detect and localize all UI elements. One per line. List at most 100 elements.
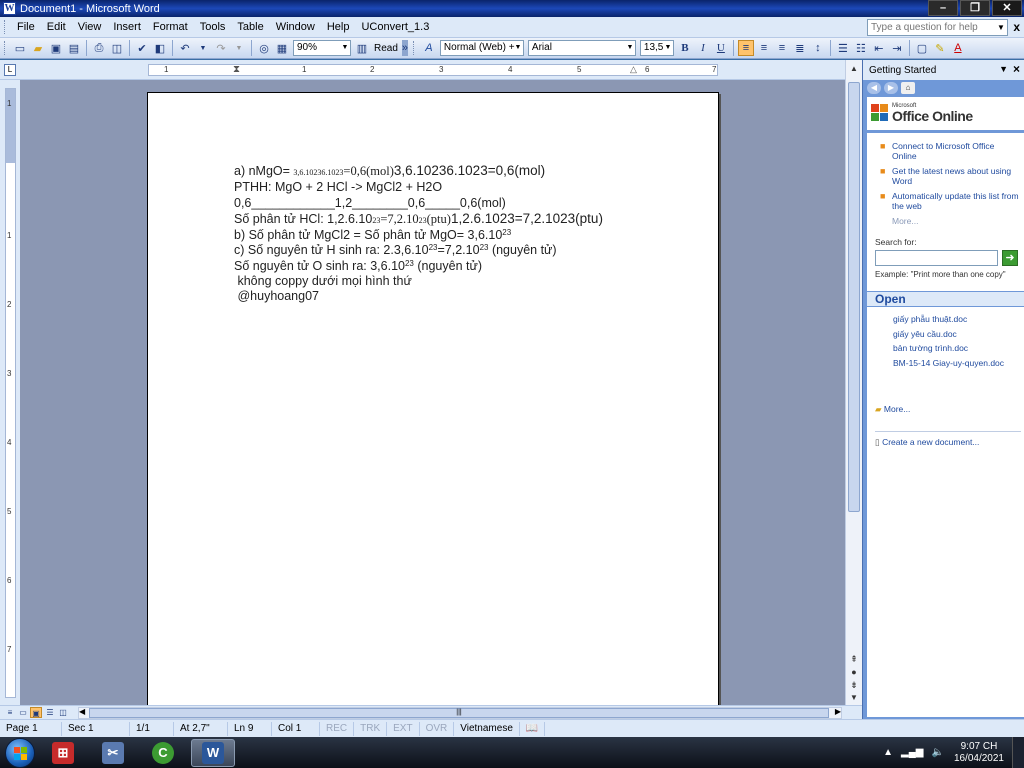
undo-icon[interactable]: ↶: [177, 40, 193, 56]
scroll-thumb[interactable]: |||: [89, 708, 829, 718]
style-select[interactable]: Normal (Web) + ▼: [439, 40, 524, 56]
scroll-down-icon[interactable]: ▼: [848, 693, 860, 702]
align-left-icon[interactable]: ≡: [737, 40, 754, 56]
hyperlink-icon[interactable]: ◎: [256, 40, 272, 56]
redo-dropdown-icon[interactable]: ▼: [231, 40, 247, 56]
search-input[interactable]: [875, 250, 998, 266]
scroll-up-icon[interactable]: ▲: [848, 64, 860, 73]
word-app-icon[interactable]: W: [3, 2, 16, 15]
link-connect-office-online[interactable]: ■ Connect to Microsoft Office Online: [875, 141, 1021, 161]
print-layout-icon[interactable]: ▣: [30, 707, 42, 718]
vertical-scrollbar[interactable]: ▲ ⇞ ● ⇟ ▼: [845, 60, 862, 705]
close-icon[interactable]: ×: [1013, 62, 1020, 76]
menu-table[interactable]: Table: [231, 19, 269, 35]
close-button[interactable]: ✕: [992, 0, 1022, 16]
increase-indent-icon[interactable]: ⇥: [889, 40, 905, 56]
task-pane-title[interactable]: Getting Started: [869, 65, 936, 76]
underline-button[interactable]: U: [713, 40, 729, 56]
table-icon[interactable]: ▦: [274, 40, 290, 56]
highlight-icon[interactable]: ✎: [932, 40, 948, 56]
align-right-icon[interactable]: ≡: [774, 40, 790, 56]
print-icon[interactable]: ⎙: [91, 40, 107, 56]
chevron-down-icon[interactable]: ▼: [999, 64, 1008, 74]
bullets-icon[interactable]: ☷: [853, 40, 869, 56]
redo-icon[interactable]: ↷: [213, 40, 229, 56]
forward-icon[interactable]: ▶: [884, 82, 898, 94]
chevron-down-icon[interactable]: ▼: [513, 41, 523, 55]
print-preview-icon[interactable]: ◫: [109, 40, 125, 56]
scroll-right-icon[interactable]: ▶: [835, 707, 841, 716]
save-icon[interactable]: ▣: [48, 40, 64, 56]
restore-button[interactable]: ❐: [960, 0, 990, 16]
font-color-icon[interactable]: A: [950, 40, 966, 56]
right-indent-marker[interactable]: △: [630, 64, 637, 75]
menu-window[interactable]: Window: [270, 19, 321, 35]
back-icon[interactable]: ◀: [867, 82, 881, 94]
more-files-link[interactable]: ▰ More...: [875, 404, 910, 415]
link-auto-update[interactable]: ■ Automatically update this list from the…: [875, 191, 1021, 211]
menu-insert[interactable]: Insert: [107, 19, 147, 35]
taskbar-app-coccoc[interactable]: C: [141, 739, 185, 767]
more-link[interactable]: More...: [875, 216, 1021, 226]
indent-marker[interactable]: ⧗: [233, 64, 240, 75]
horizontal-scrollbar[interactable]: ◀ ||| ▶: [78, 707, 842, 719]
status-language[interactable]: Vietnamese: [454, 721, 520, 736]
recent-file[interactable]: bản tường trình.doc: [893, 341, 1023, 356]
minimize-button[interactable]: –: [928, 0, 958, 16]
status-ovr[interactable]: OVR: [420, 721, 455, 736]
document-body[interactable]: a) nMgO= 3,6.10236.1023=0,6(mol)3,6.1023…: [234, 163, 603, 305]
menu-uconvert[interactable]: UConvert_1.3: [355, 19, 435, 35]
create-new-document-link[interactable]: ▯ Create a new document...: [875, 431, 1021, 448]
status-rec[interactable]: REC: [320, 721, 355, 736]
menu-file[interactable]: File: [11, 19, 41, 35]
chevron-down-icon[interactable]: ▼: [663, 41, 673, 55]
read-button[interactable]: Read: [371, 43, 401, 54]
font-select[interactable]: Arial ▼: [527, 40, 636, 56]
horizontal-ruler[interactable]: 1 ⧗ 1 2 3 4 5 △ 6 7: [148, 64, 718, 76]
status-ext[interactable]: EXT: [387, 721, 420, 736]
spelling-status-icon[interactable]: 📖: [520, 721, 546, 736]
help-search-input[interactable]: Type a question for help ▼: [867, 19, 1008, 36]
next-page-icon[interactable]: ⇟: [848, 680, 860, 691]
tab-selector[interactable]: L: [4, 64, 16, 76]
toolbar-options-icon[interactable]: »: [402, 40, 408, 56]
taskbar-app-paint[interactable]: ✂: [91, 739, 135, 767]
toolbar-grip[interactable]: [4, 41, 7, 55]
recent-file[interactable]: BM-15-14 Giay-uy-quyen.doc: [893, 356, 1023, 371]
search-go-button[interactable]: ➜: [1002, 250, 1018, 266]
align-center-icon[interactable]: ≡: [756, 40, 772, 56]
web-layout-icon[interactable]: ▭: [17, 707, 29, 718]
justify-icon[interactable]: ≣: [792, 40, 808, 56]
recent-file[interactable]: giấy yêu cầu.doc: [893, 327, 1023, 342]
scroll-left-icon[interactable]: ◀: [79, 707, 85, 716]
menu-edit[interactable]: Edit: [41, 19, 72, 35]
document-close-button[interactable]: x: [1013, 20, 1020, 34]
signal-icon[interactable]: ▂▄▆: [901, 747, 923, 758]
show-desktop-button[interactable]: [1012, 737, 1024, 768]
italic-button[interactable]: I: [695, 40, 711, 56]
chevron-down-icon[interactable]: ▼: [995, 20, 1007, 35]
reading-layout-icon[interactable]: ◫: [57, 707, 69, 718]
font-size-select[interactable]: 13,5 ▼: [639, 40, 674, 56]
undo-dropdown-icon[interactable]: ▼: [195, 40, 211, 56]
taskbar-app-network[interactable]: ⊞: [41, 739, 85, 767]
styles-icon[interactable]: A: [421, 40, 437, 56]
browse-object-icon[interactable]: ●: [848, 667, 860, 677]
status-trk[interactable]: TRK: [354, 721, 388, 736]
spelling-icon[interactable]: ✔: [134, 40, 150, 56]
system-clock[interactable]: 9:07 CH 16/04/2021: [954, 741, 1004, 765]
open-folder-icon[interactable]: ▰: [30, 40, 46, 56]
menu-view[interactable]: View: [72, 19, 108, 35]
taskbar-app-word[interactable]: W: [191, 738, 235, 767]
read-icon[interactable]: ▥: [354, 40, 370, 56]
menu-format[interactable]: Format: [147, 19, 194, 35]
scroll-thumb[interactable]: [848, 82, 860, 512]
outline-view-icon[interactable]: ☰: [44, 707, 56, 718]
zoom-select[interactable]: 90% ▼: [293, 40, 351, 56]
vertical-ruler[interactable]: 1 1 2 3 4 5 6 7: [5, 88, 16, 698]
recent-file[interactable]: giấy phẫu thuật.doc: [893, 312, 1023, 327]
border-icon[interactable]: ▢: [914, 40, 930, 56]
normal-view-icon[interactable]: ≡: [4, 707, 16, 718]
start-button[interactable]: [5, 737, 35, 768]
toolbar-grip[interactable]: [4, 20, 7, 34]
